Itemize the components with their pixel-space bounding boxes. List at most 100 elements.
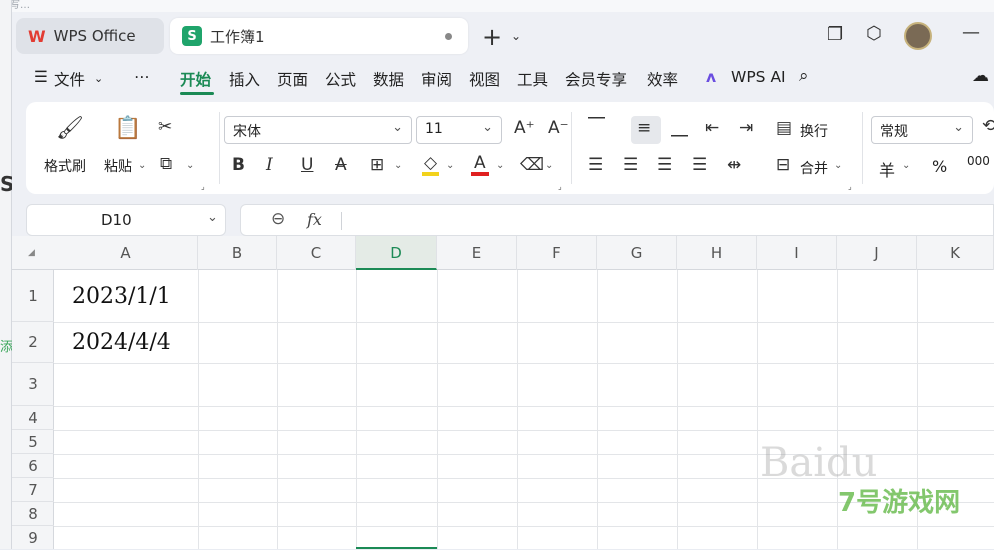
tab-workbook[interactable]: S 工作簿1 (170, 18, 468, 54)
clear-chevron-icon[interactable]: ⌄ (545, 160, 553, 171)
unsaved-dot-icon[interactable] (445, 33, 452, 40)
column-header-d[interactable]: D (356, 236, 437, 270)
column-header-g[interactable]: G (597, 236, 677, 270)
zoom-search-icon[interactable]: ⊖ (271, 209, 285, 229)
bold-icon[interactable]: B (232, 157, 245, 174)
merge-chevron-icon[interactable]: ⌄ (834, 160, 842, 171)
row-header-7[interactable]: 7 (12, 478, 54, 502)
convert-icon[interactable]: ⟲ (982, 118, 994, 135)
search-icon[interactable]: ⌕ (799, 66, 809, 86)
border-icon[interactable]: ⊞ (370, 157, 384, 174)
row-header-3[interactable]: 3 (12, 363, 54, 406)
avatar[interactable] (904, 22, 932, 50)
cube-icon[interactable]: ⬡ (866, 25, 882, 43)
menu-data[interactable]: 数据 (373, 68, 404, 90)
cloud-icon[interactable]: ☁ (972, 66, 989, 86)
italic-icon[interactable]: I (266, 157, 273, 174)
menu-efficiency[interactable]: 效率 (647, 68, 678, 90)
column-header-k[interactable]: K (917, 236, 994, 270)
increase-indent-icon[interactable]: ⇥ (739, 120, 753, 137)
row-header-8[interactable]: 8 (12, 502, 54, 526)
column-header-i[interactable]: I (757, 236, 837, 270)
row-header-4[interactable]: 4 (12, 406, 54, 430)
paste-button[interactable]: 粘贴 (104, 156, 132, 176)
cell-a1[interactable]: 2023/1/1 (72, 284, 171, 309)
currency-button[interactable]: 羊 (879, 157, 895, 181)
justify-icon[interactable]: ☰ (692, 157, 707, 174)
align-bottom-icon[interactable]: ⎽ (671, 120, 688, 137)
row-header-1[interactable]: 1 (12, 270, 54, 322)
row-header-5[interactable]: 5 (12, 430, 54, 454)
align-expand-icon[interactable]: ⌟ (848, 182, 852, 191)
copy-chevron-icon[interactable]: ⌄ (186, 160, 194, 171)
format-painter-button[interactable]: 格式刷 (44, 156, 86, 176)
menu-formula[interactable]: 公式 (325, 68, 356, 90)
menu-member[interactable]: 会员专享 (565, 68, 627, 90)
column-header-f[interactable]: F (517, 236, 597, 270)
align-left-icon[interactable]: ☰ (588, 157, 603, 174)
tab-list-chevron-icon[interactable]: ⌄ (511, 30, 521, 42)
more-icon[interactable]: ⋯ (134, 68, 150, 86)
column-header-j[interactable]: J (837, 236, 917, 270)
menu-view[interactable]: 视图 (469, 68, 500, 90)
window-restore-icon[interactable]: ❐ (827, 26, 843, 44)
fill-chevron-icon[interactable]: ⌄ (446, 160, 454, 171)
column-header-b[interactable]: B (198, 236, 277, 270)
distributed-icon[interactable]: ⇹ (727, 157, 741, 174)
menu-insert[interactable]: 插入 (229, 68, 260, 90)
tab-wps-office[interactable]: W WPS Office (16, 18, 164, 54)
align-middle-icon[interactable]: ≡ (637, 120, 651, 137)
menu-review[interactable]: 审阅 (421, 68, 452, 90)
menu-start[interactable]: 开始 (180, 68, 211, 90)
formula-bar[interactable]: ⊖ fx (240, 204, 994, 236)
percent-button[interactable]: % (932, 157, 947, 176)
select-all-icon[interactable]: ◢ (28, 248, 35, 258)
font-color-chevron-icon[interactable]: ⌄ (496, 160, 504, 171)
row-header-9[interactable]: 9 (12, 526, 54, 550)
copy-icon[interactable]: ⧉ (160, 156, 172, 173)
cut-icon[interactable]: ✂ (158, 119, 172, 136)
menu-file-chevron-icon[interactable]: ⌄ (94, 72, 103, 85)
cell-a2[interactable]: 2024/4/4 (72, 330, 171, 355)
column-header-h[interactable]: H (677, 236, 757, 270)
fx-icon[interactable]: fx (307, 210, 322, 229)
menu-wps-ai[interactable]: WPS AI (731, 68, 786, 86)
fill-color-icon[interactable]: ◇ (422, 155, 440, 176)
font-color-icon[interactable]: A (471, 155, 489, 176)
menu-tools[interactable]: 工具 (517, 68, 548, 90)
paste-chevron-icon[interactable]: ⌄ (138, 160, 146, 171)
font-size-select[interactable]: 11 ⌄ (416, 116, 502, 144)
increase-font-icon[interactable]: A⁺ (514, 120, 535, 137)
clear-format-icon[interactable]: ⌫ (520, 157, 544, 174)
column-header-c[interactable]: C (277, 236, 356, 270)
align-right-icon[interactable]: ☰ (657, 157, 672, 174)
new-tab-plus-icon[interactable]: + (482, 25, 502, 49)
format-painter-icon[interactable]: 🖌 (56, 118, 84, 140)
underline-icon[interactable]: U (301, 157, 313, 174)
strikethrough-icon[interactable]: A (335, 157, 347, 174)
menu-hamburger-icon[interactable]: ☰ (34, 68, 48, 86)
align-center-icon[interactable]: ☰ (623, 157, 638, 174)
number-format-select[interactable]: 常规 ⌄ (871, 116, 973, 144)
clipboard-expand-icon[interactable]: ⌟ (201, 182, 205, 191)
paste-icon[interactable]: 📋 (114, 118, 141, 140)
currency-chevron-icon[interactable]: ⌄ (902, 160, 910, 171)
thousands-button[interactable]: 000 (967, 154, 990, 168)
wrap-text-icon[interactable]: ▤ (776, 120, 792, 137)
minimize-icon[interactable]: — (962, 24, 980, 42)
row-header-6[interactable]: 6 (12, 454, 54, 478)
decrease-font-icon[interactable]: A⁻ (548, 120, 569, 137)
row-header-2[interactable]: 2 (12, 322, 54, 363)
decrease-indent-icon[interactable]: ⇤ (705, 120, 719, 137)
name-box[interactable]: D10 ⌄ (26, 204, 226, 236)
column-header-a[interactable]: A (54, 236, 198, 270)
menu-file[interactable]: 文件 (54, 68, 85, 90)
merge-button[interactable]: 合并 (800, 158, 828, 178)
menu-page[interactable]: 页面 (277, 68, 308, 90)
font-expand-icon[interactable]: ⌟ (558, 182, 562, 191)
align-top-icon[interactable]: ⎺ (588, 118, 605, 135)
border-chevron-icon[interactable]: ⌄ (394, 160, 402, 171)
wrap-text-button[interactable]: 换行 (800, 121, 828, 141)
merge-icon[interactable]: ⊟ (776, 157, 790, 174)
column-header-e[interactable]: E (437, 236, 517, 270)
